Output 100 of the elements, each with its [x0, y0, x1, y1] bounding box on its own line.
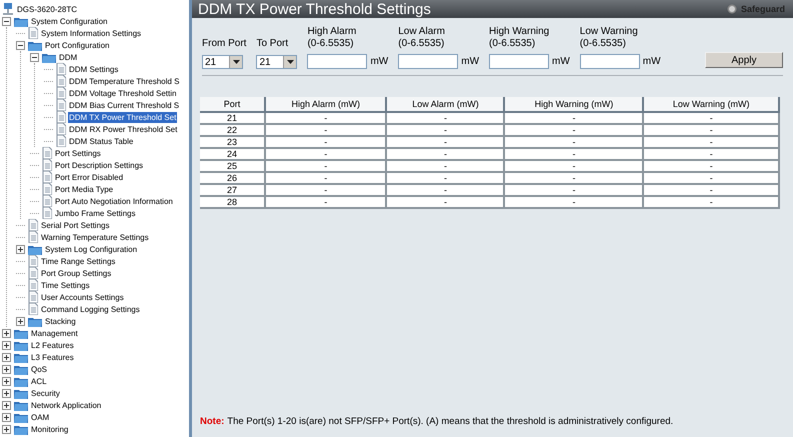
range-label: (0-6.5535)	[489, 38, 536, 50]
tree-item[interactable]: Warning Temperature Settings	[40, 232, 150, 242]
table-cell: 24	[200, 149, 266, 161]
column-header: Low Alarm (mW)	[387, 97, 506, 113]
collapse-icon[interactable]	[16, 40, 25, 50]
range-label: (0-6.5535)	[398, 38, 446, 50]
range-label: (0-6.5535)	[580, 38, 627, 50]
collapse-icon[interactable]	[2, 16, 11, 26]
port-dropdown[interactable]: 21	[202, 55, 243, 69]
tree-item[interactable]: Stacking	[44, 316, 77, 326]
expand-icon[interactable]	[2, 388, 11, 398]
expand-icon[interactable]	[2, 352, 11, 362]
table-cell: -	[505, 173, 644, 185]
tree-item[interactable]: Port Group Settings	[40, 268, 112, 278]
column-header: High Warning (mW)	[505, 97, 644, 113]
port-dropdown[interactable]: 21	[256, 55, 298, 69]
table-cell: -	[387, 185, 506, 197]
tree-item[interactable]: ACL	[30, 376, 48, 386]
threshold-input[interactable]	[580, 54, 640, 69]
table-cell: -	[387, 137, 506, 149]
folder-icon	[42, 52, 56, 62]
tree-item[interactable]: DDM RX Power Threshold Set	[68, 124, 178, 134]
folder-icon	[14, 412, 28, 422]
tree-item[interactable]: DDM TX Power Threshold Set	[68, 112, 178, 122]
tree-item[interactable]: OAM	[30, 412, 50, 422]
tree-item[interactable]: System Log Configuration	[44, 244, 138, 254]
expand-icon[interactable]	[2, 364, 11, 374]
tree-item[interactable]: Port Error Disabled	[54, 172, 124, 182]
table-cell: 21	[200, 113, 266, 125]
folder-icon	[14, 16, 28, 26]
tree-item[interactable]: Port Auto Negotiation Information	[54, 196, 174, 206]
unit-label: mW	[552, 56, 570, 67]
tree-item[interactable]: System Information Settings	[40, 28, 142, 38]
tree-item[interactable]: Port Settings	[54, 148, 102, 158]
document-icon	[42, 207, 52, 219]
table-cell: -	[644, 197, 780, 209]
tree-item[interactable]: Command Logging Settings	[40, 304, 141, 314]
tree-item[interactable]: DDM Temperature Threshold S	[68, 76, 180, 86]
expand-icon[interactable]	[16, 244, 25, 254]
tree-item[interactable]: Port Configuration	[44, 40, 110, 50]
tree-item[interactable]: DDM	[58, 52, 78, 62]
table-cell: 23	[200, 137, 266, 149]
table-cell: -	[266, 173, 388, 185]
tree-item[interactable]: Serial Port Settings	[40, 220, 110, 230]
folder-icon	[14, 424, 28, 434]
tree-item[interactable]: Monitoring	[30, 424, 70, 434]
table-cell: -	[387, 161, 506, 173]
tree-item[interactable]: Port Media Type	[54, 184, 114, 194]
document-icon	[28, 255, 38, 267]
tree-item[interactable]: Security	[30, 388, 61, 398]
tree-item[interactable]: DDM Bias Current Threshold S	[68, 100, 180, 110]
tree-item[interactable]: DGS-3620-28TC	[16, 4, 78, 14]
tree-item[interactable]: DDM Voltage Threshold Settin	[68, 88, 178, 98]
tree-item[interactable]: QoS	[30, 364, 48, 374]
table-cell: -	[505, 197, 644, 209]
table-cell: -	[505, 113, 644, 125]
expand-icon[interactable]	[2, 412, 11, 422]
document-icon	[28, 231, 38, 243]
tree-item[interactable]: User Accounts Settings	[40, 292, 125, 302]
tree-item[interactable]: Time Range Settings	[40, 256, 116, 266]
tree-item[interactable]: System Configuration	[30, 16, 108, 26]
expand-icon[interactable]	[2, 340, 11, 350]
threshold-input[interactable]	[398, 54, 458, 69]
tree-item[interactable]: L3 Features	[30, 352, 75, 362]
tree-item[interactable]: L2 Features	[30, 340, 75, 350]
tree-item[interactable]: Network Application	[30, 400, 102, 410]
table-cell: 25	[200, 161, 266, 173]
tree-item[interactable]: DDM Status Table	[68, 136, 134, 146]
page-title: DDM TX Power Threshold Settings	[198, 0, 431, 18]
threshold-input[interactable]	[489, 54, 550, 69]
tree-item[interactable]: DDM Settings	[68, 64, 120, 74]
field-label: Low Alarm	[398, 26, 446, 38]
document-icon	[28, 303, 38, 315]
note-label: Note:	[200, 416, 224, 427]
threshold-input[interactable]	[307, 54, 368, 69]
field-label: To Port	[256, 38, 290, 50]
tree-item[interactable]: Time Settings	[40, 280, 91, 290]
document-icon	[42, 159, 52, 171]
table-cell: -	[387, 173, 506, 185]
expand-icon[interactable]	[2, 400, 11, 410]
table-cell: -	[644, 185, 780, 197]
table-cell: -	[387, 197, 506, 209]
table-cell: -	[266, 161, 388, 173]
table-cell: 26	[200, 173, 266, 185]
folder-icon	[14, 400, 28, 410]
expand-icon[interactable]	[2, 376, 11, 386]
table-cell: -	[387, 149, 506, 161]
tree-item[interactable]: Management	[30, 328, 79, 338]
expand-icon[interactable]	[2, 424, 11, 434]
document-icon	[42, 195, 52, 207]
expand-icon[interactable]	[2, 328, 11, 338]
tree-item[interactable]: Jumbo Frame Settings	[54, 208, 136, 218]
collapse-icon[interactable]	[30, 52, 39, 62]
table-cell: -	[505, 161, 644, 173]
table-cell: -	[266, 149, 388, 161]
document-icon	[56, 111, 66, 123]
expand-icon[interactable]	[16, 316, 25, 326]
tree-item[interactable]: Port Description Settings	[54, 160, 144, 170]
apply-button[interactable]: Apply	[705, 52, 783, 68]
folder-icon	[14, 352, 28, 362]
